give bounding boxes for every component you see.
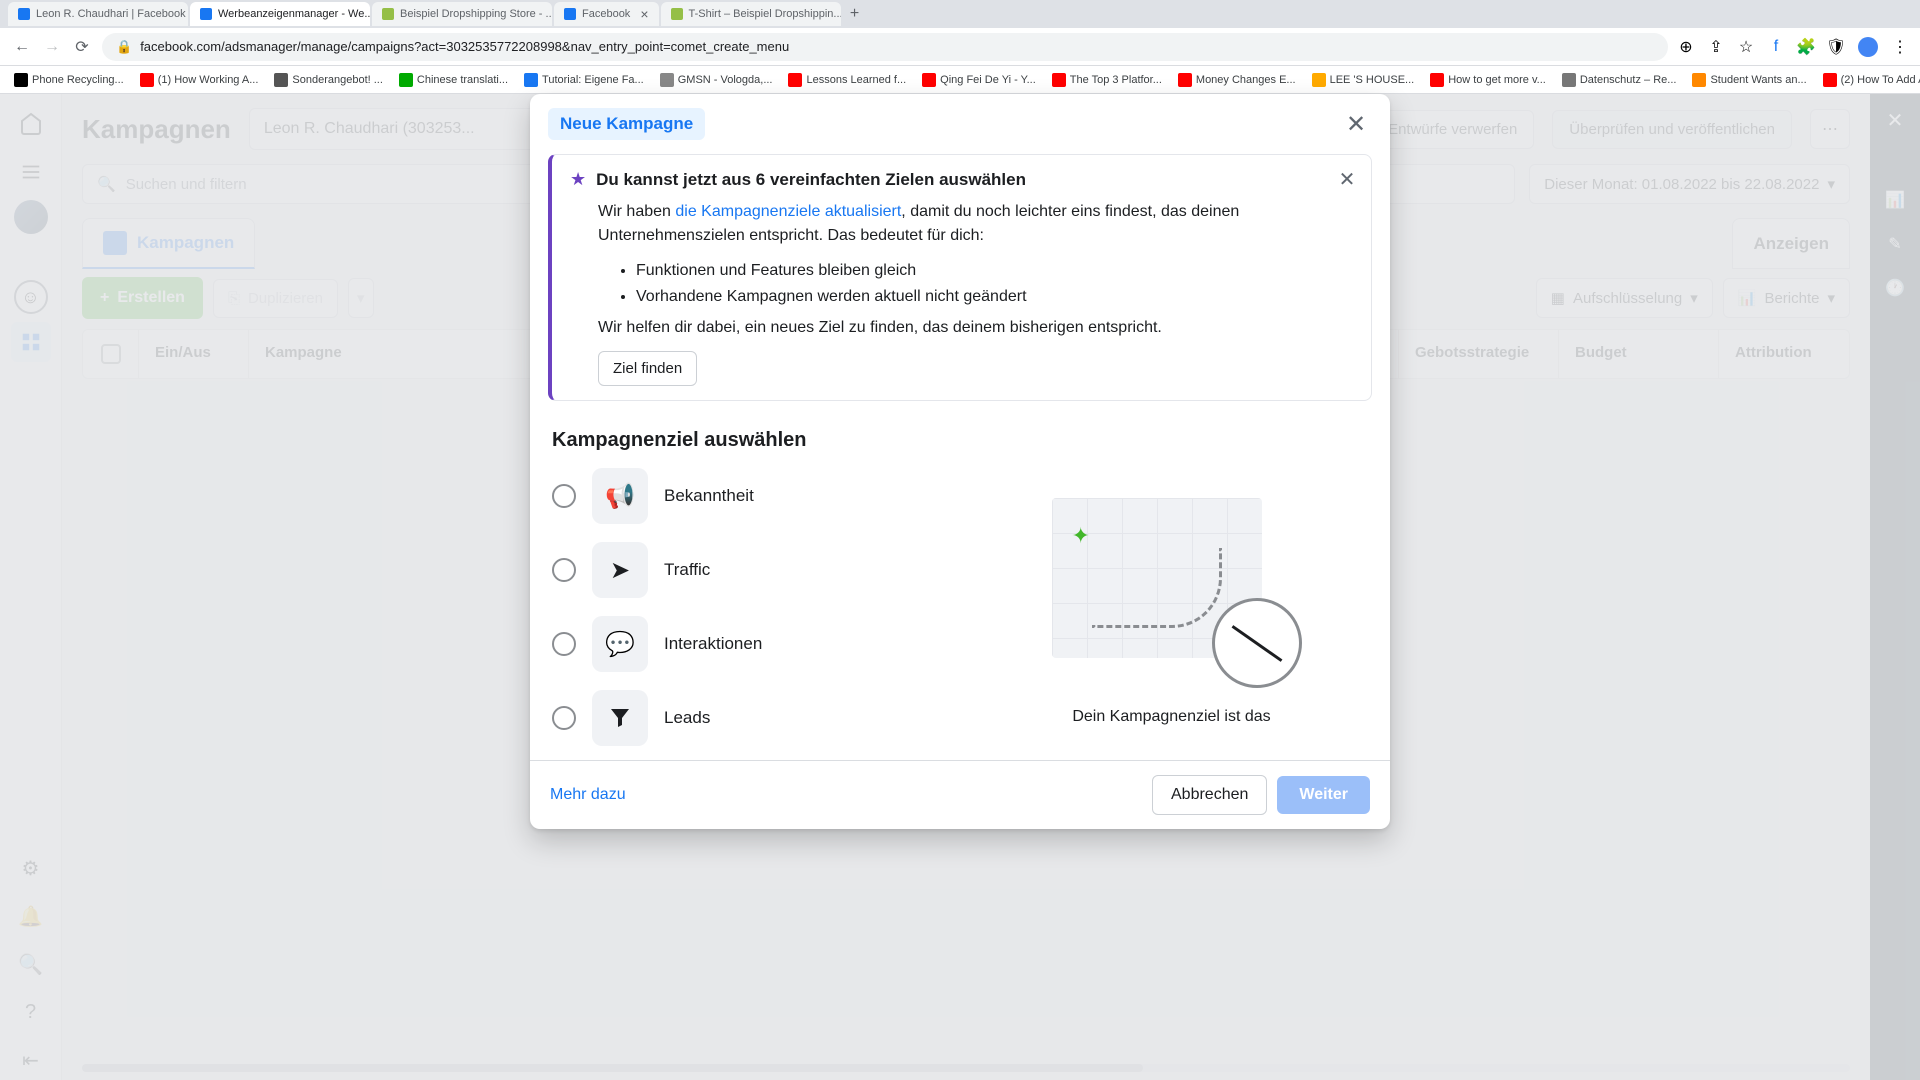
section-title: Kampagnenziel auswählen [530,419,1390,468]
browser-tab[interactable]: Beispiel Dropshipping Store - ...× [372,2,552,26]
bookmark-item[interactable]: Chinese translati... [395,71,512,89]
profile-icon[interactable] [1858,37,1878,57]
radio-button[interactable] [552,632,576,656]
url-bar: ← → ⟳ 🔒 facebook.com/adsmanager/manage/c… [0,28,1920,66]
banner-list: Funktionen und Features bleiben gleich V… [618,258,1353,309]
funnel-icon [592,690,648,746]
back-button[interactable]: ← [12,37,32,57]
tab-label: Werbeanzeigenmanager - We... [218,8,370,20]
bookmarks-bar: Phone Recycling... (1) How Working A... … [0,66,1920,94]
new-campaign-modal: Neue Kampagne ✕ ✕ ★ Du kannst jetzt aus … [530,94,1390,829]
objective-label: Traffic [664,560,710,580]
share-icon[interactable]: ⇪ [1708,39,1724,55]
url-text: facebook.com/adsmanager/manage/campaigns… [140,39,789,54]
zoom-icon[interactable]: ⊕ [1678,39,1694,55]
objective-preview: ✦ Dein Kampagnenziel ist das [975,468,1368,746]
bookmark-item[interactable]: Lessons Learned f... [784,71,910,89]
close-icon[interactable]: × [640,6,648,22]
radio-button[interactable] [552,706,576,730]
new-tab-button[interactable]: + [843,2,867,26]
banner-title: Du kannst jetzt aus 6 vereinfachten Ziel… [596,170,1026,190]
puzzle-icon[interactable]: 🧩 [1798,39,1814,55]
browser-tab-strip: Leon R. Chaudhari | Facebook× Werbeanzei… [0,0,1920,28]
forward-button[interactable]: → [42,37,62,57]
bookmark-item[interactable]: Qing Fei De Yi - Y... [918,71,1040,89]
cancel-button[interactable]: Abbrechen [1152,775,1267,815]
banner-footer: Wir helfen dir dabei, ein neues Ziel zu … [598,319,1353,337]
bookmark-item[interactable]: How to get more v... [1426,71,1550,89]
radio-button[interactable] [552,484,576,508]
objective-label: Leads [664,708,710,728]
tab-label: Facebook [582,8,630,20]
bookmark-item[interactable]: Sonderangebot! ... [270,71,387,89]
chat-icon: 💬 [592,616,648,672]
modal-title: Neue Kampagne [548,108,705,140]
facebook-ext-icon[interactable]: f [1768,39,1784,55]
bookmark-item[interactable]: The Top 3 Platfor... [1048,71,1166,89]
preview-text: Dein Kampagnenziel ist das [1072,708,1270,726]
find-objective-button[interactable]: Ziel finden [598,351,697,386]
bookmark-item[interactable]: Tutorial: Eigene Fa... [520,71,648,89]
objective-engagement[interactable]: 💬 Interaktionen [552,616,945,672]
next-button[interactable]: Weiter [1277,776,1370,814]
bookmark-item[interactable]: (2) How To Add A... [1819,71,1920,89]
bookmark-item[interactable]: Student Wants an... [1688,71,1810,89]
browser-tab[interactable]: T-Shirt – Beispiel Dropshippin...× [661,2,841,26]
megaphone-icon: 📢 [592,468,648,524]
learn-more-link[interactable]: Mehr dazu [550,786,626,804]
reload-button[interactable]: ⟳ [72,37,92,57]
bookmark-item[interactable]: LEE 'S HOUSE... [1308,71,1419,89]
browser-tab[interactable]: Facebook × [554,2,659,26]
cursor-icon: ➤ [592,542,648,598]
star-icon[interactable]: ☆ [1738,39,1754,55]
menu-icon[interactable]: ⋮ [1892,39,1908,55]
bookmark-item[interactable]: Datenschutz – Re... [1558,71,1681,89]
objective-awareness[interactable]: 📢 Bekanntheit [552,468,945,524]
tab-label: T-Shirt – Beispiel Dropshippin... [689,8,841,20]
compass-illustration: ✦ [1042,488,1302,688]
star-icon: ★ [570,169,586,190]
objective-label: Bekanntheit [664,486,754,506]
bookmark-item[interactable]: Money Changes E... [1174,71,1300,89]
browser-tab[interactable]: Werbeanzeigenmanager - We...× [190,2,370,26]
bookmark-item[interactable]: GMSN - Vologda,... [656,71,777,89]
tab-label: Leon R. Chaudhari | Facebook [36,8,186,20]
objective-label: Interaktionen [664,634,762,654]
banner-close-button[interactable]: ✕ [1333,165,1361,193]
bookmark-item[interactable]: (1) How Working A... [136,71,263,89]
objective-leads[interactable]: Leads [552,690,945,746]
banner-link[interactable]: die Kampagnenziele aktualisiert [675,203,901,220]
info-banner: ✕ ★ Du kannst jetzt aus 6 vereinfachten … [548,154,1372,401]
objective-traffic[interactable]: ➤ Traffic [552,542,945,598]
shield-icon[interactable]: 🛡 [1828,39,1844,55]
url-input[interactable]: 🔒 facebook.com/adsmanager/manage/campaig… [102,33,1668,61]
tab-label: Beispiel Dropshipping Store - ... [400,8,552,20]
browser-tab[interactable]: Leon R. Chaudhari | Facebook× [8,2,188,26]
radio-button[interactable] [552,558,576,582]
lock-icon: 🔒 [116,39,132,55]
modal-close-button[interactable]: ✕ [1340,108,1372,140]
banner-body: Wir haben die Kampagnenziele aktualisier… [598,200,1353,248]
bookmark-item[interactable]: Phone Recycling... [10,71,128,89]
